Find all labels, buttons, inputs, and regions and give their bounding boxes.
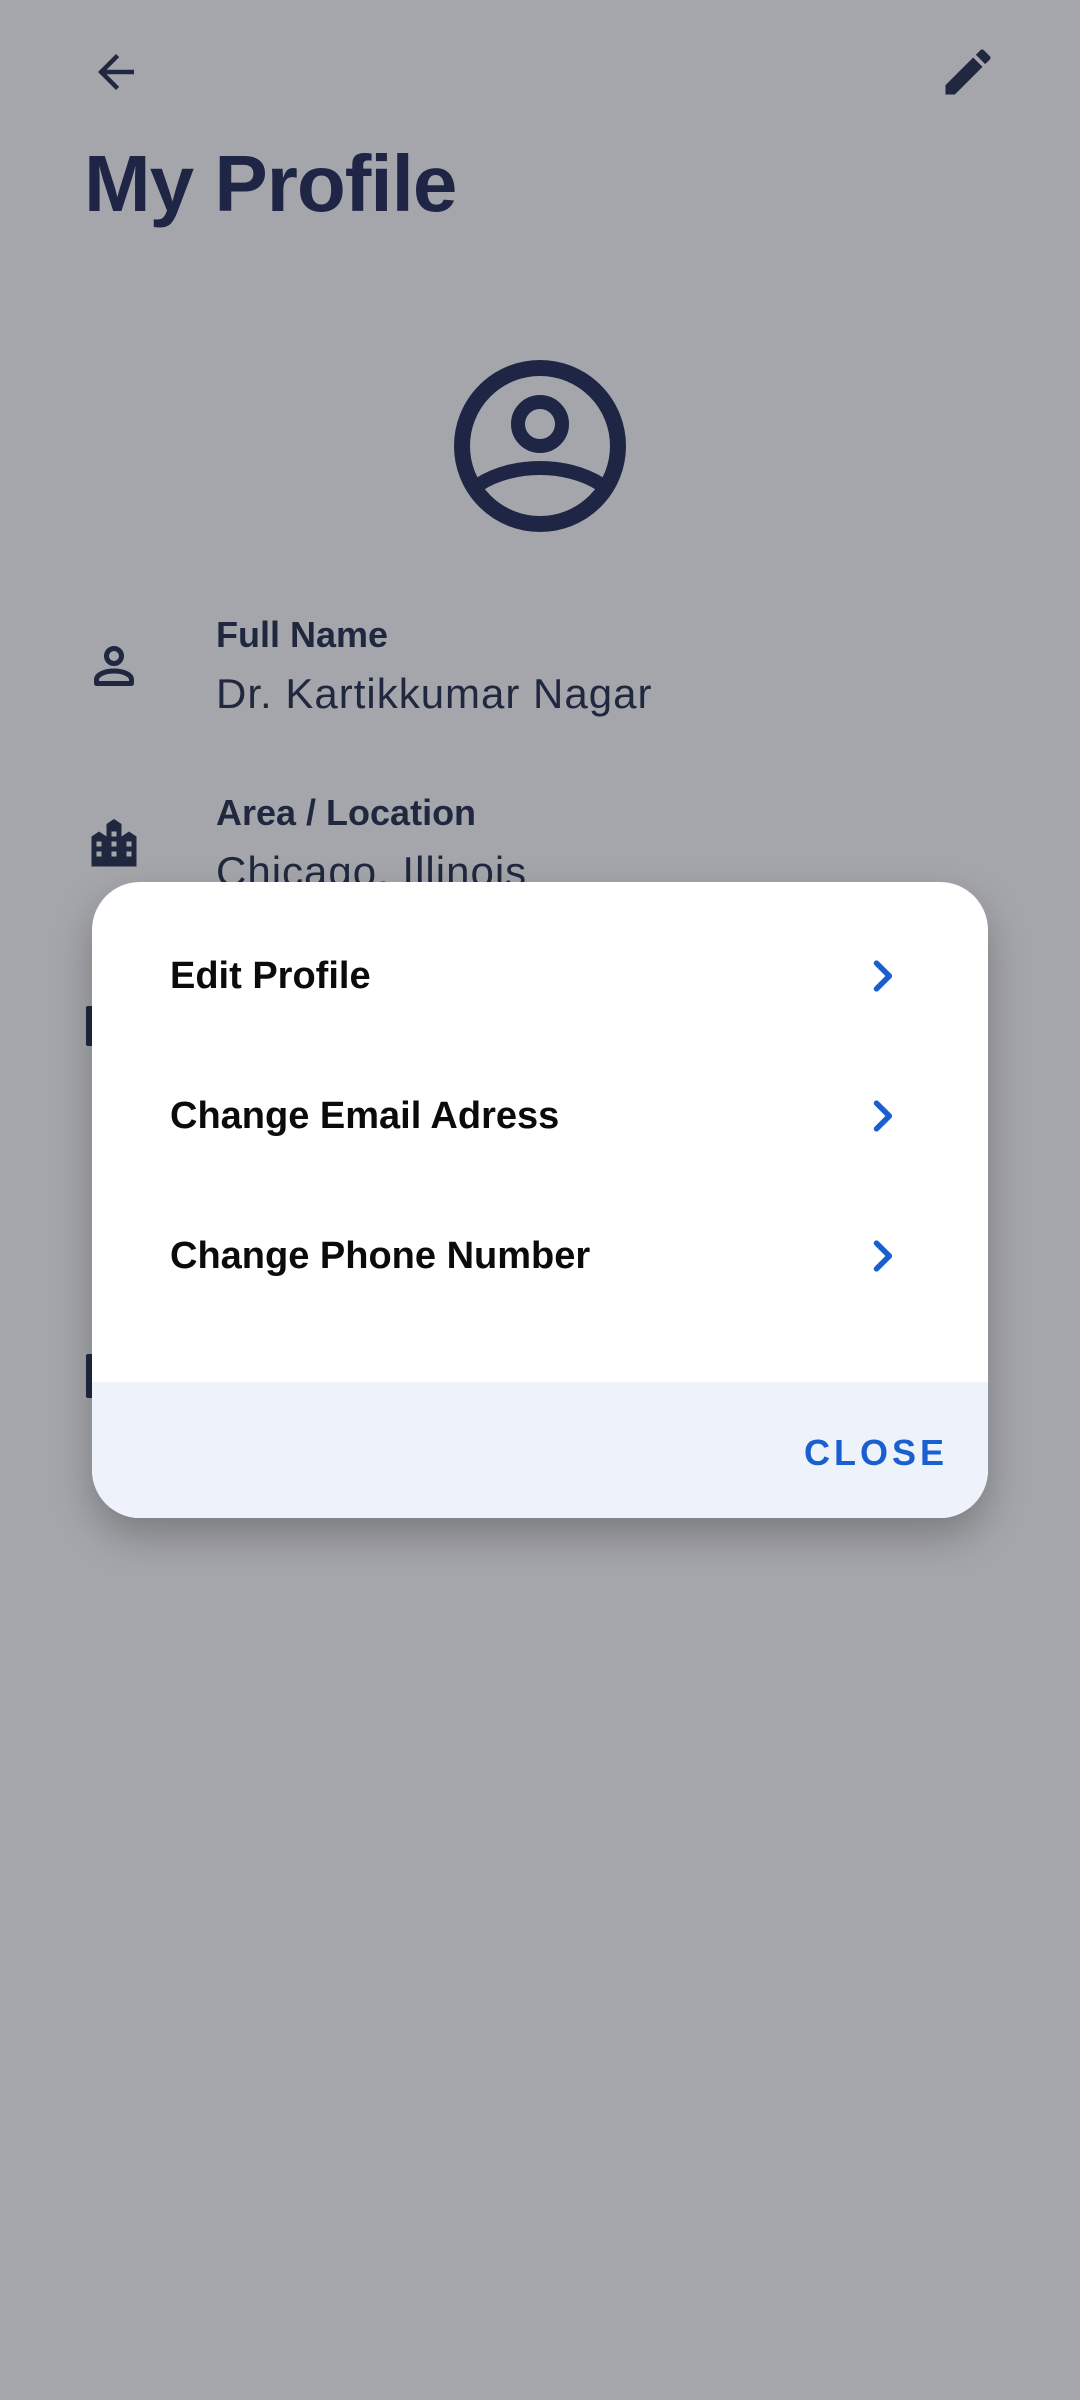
edit-profile-label: Edit Profile [170, 954, 371, 997]
change-email-label: Change Email Adress [170, 1094, 560, 1137]
chevron-right-icon [873, 960, 893, 992]
chevron-right-icon [873, 1240, 893, 1272]
profile-options-dialog: Edit Profile Change Email Adress Change … [92, 882, 988, 1518]
change-email-option[interactable]: Change Email Adress [92, 1046, 988, 1186]
dialog-footer: CLOSE [92, 1382, 988, 1518]
change-phone-label: Change Phone Number [170, 1234, 591, 1277]
close-button[interactable]: CLOSE [804, 1428, 948, 1478]
edit-profile-option[interactable]: Edit Profile [92, 906, 988, 1046]
change-phone-option[interactable]: Change Phone Number [92, 1186, 988, 1326]
chevron-right-icon [873, 1100, 893, 1132]
